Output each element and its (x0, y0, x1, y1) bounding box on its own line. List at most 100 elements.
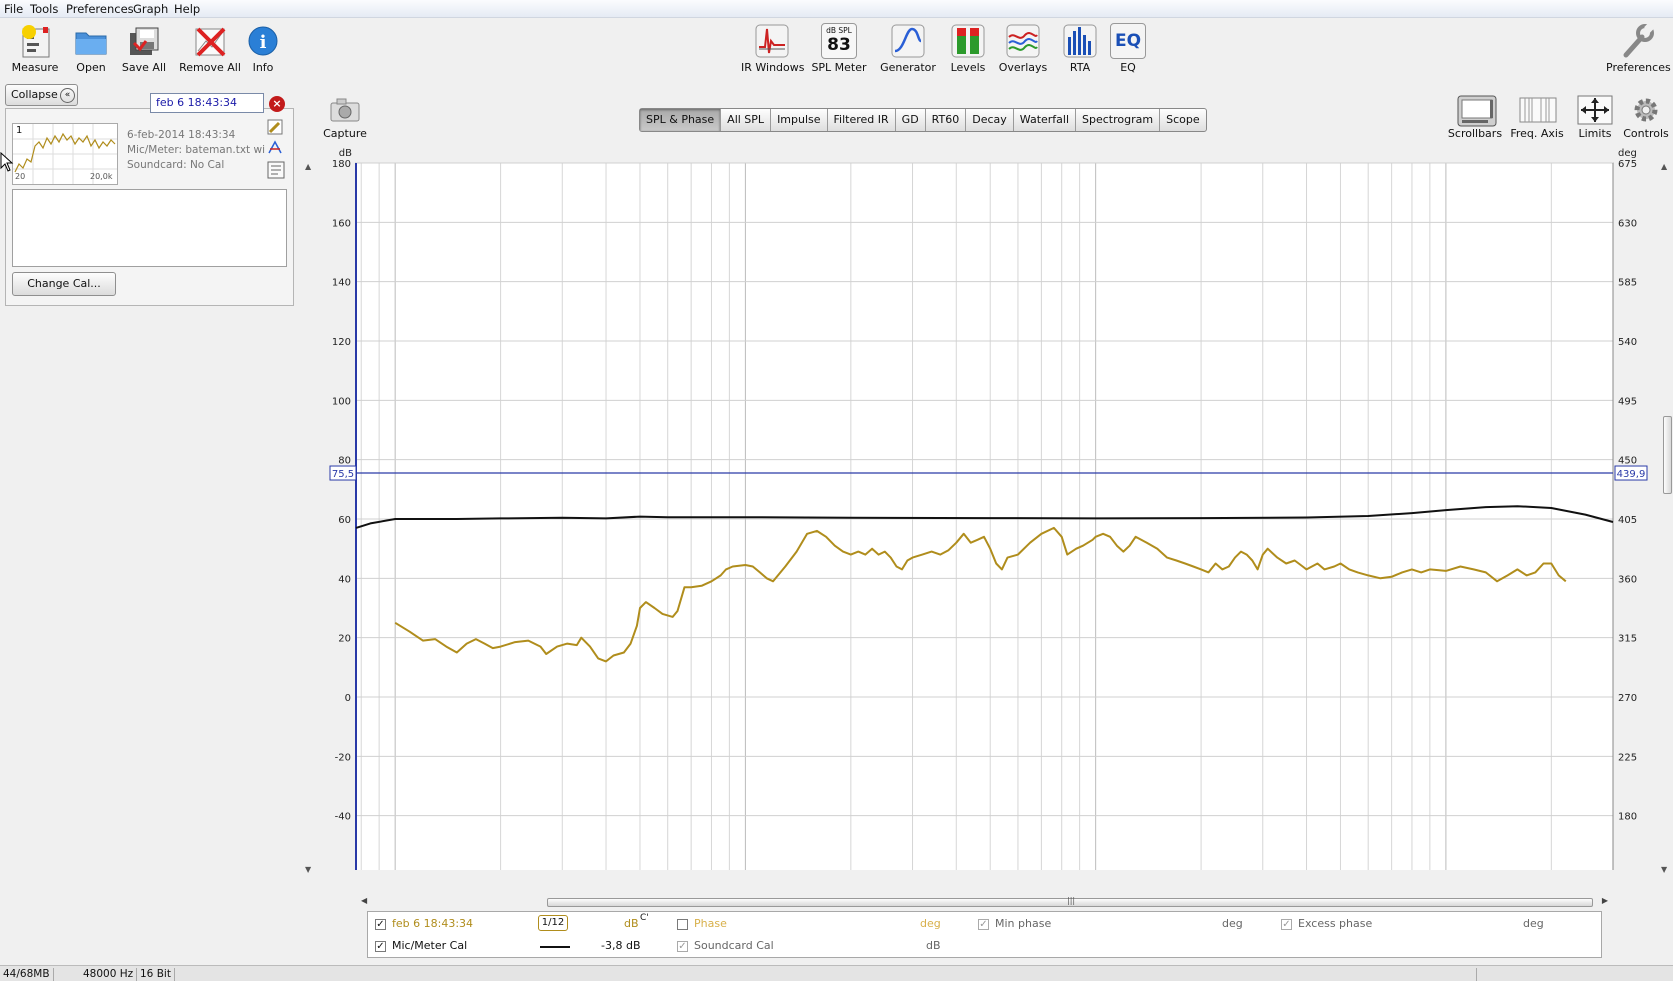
scroll-right-icon[interactable]: ▶ (1602, 896, 1608, 905)
legend-mic-cal-value: -3,8 dB (601, 939, 641, 952)
remove-all-icon (192, 23, 228, 59)
right-scroll-up-icon[interactable]: ▲ (1661, 162, 1667, 171)
freq-axis-label: Freq. Axis (1510, 127, 1564, 140)
y-tick-label: -20 (335, 752, 351, 763)
status-bar: 44/68MB 48000 Hz 16 Bit (0, 965, 1673, 981)
controls-label: Controls (1623, 127, 1669, 140)
excess-phase-checkbox[interactable]: ✓ (1281, 919, 1292, 930)
y-tick-label: 100 (332, 396, 351, 407)
notes-area[interactable] (12, 189, 287, 267)
preferences-label: Preferences (1606, 61, 1671, 74)
tab-impulse[interactable]: Impulse (771, 109, 828, 131)
edit-notes-icon[interactable] (267, 119, 283, 135)
change-cal-button[interactable]: Change Cal... (12, 272, 116, 296)
menu-preferences[interactable]: Preferences (66, 2, 134, 16)
freq-axis-button[interactable]: Freq. Axis (1506, 95, 1568, 140)
status-samplerate: 48000 Hz (80, 968, 138, 981)
ir-windows-label: IR Windows (741, 61, 805, 74)
tab-spl-phase[interactable]: SPL & Phase (640, 109, 722, 131)
right-scroll-thumb[interactable] (1663, 416, 1672, 494)
menu-tools[interactable]: Tools (30, 2, 58, 16)
controls-button[interactable]: Controls (1618, 95, 1673, 140)
tab-waterfall[interactable]: Waterfall (1014, 109, 1077, 131)
horizontal-scrollbar[interactable]: ◀ ||| ▶ (361, 896, 1608, 909)
spl-phase-chart[interactable]: -60-40-200204060801001201401601801351802… (300, 140, 1673, 893)
right-vertical-scrollbar[interactable]: ▲ ▼ (1660, 162, 1673, 874)
collapse-button[interactable]: Collapse « (5, 84, 78, 106)
measurement-visible-checkbox[interactable]: ✓ (375, 919, 386, 930)
right-scroll-down-icon[interactable]: ▼ (1661, 865, 1667, 874)
y2-tick-label: 450 (1618, 456, 1637, 467)
legend-soundcard-label: Soundcard Cal (694, 939, 774, 952)
mic-cal-checkbox[interactable]: ✓ (375, 941, 386, 952)
tab-all-spl[interactable]: All SPL (721, 109, 772, 131)
limits-button[interactable]: Limits (1564, 95, 1626, 140)
close-measurement-icon[interactable]: × (269, 96, 285, 112)
spl-meter-label: SPL Meter (811, 61, 867, 74)
y2-tick-label: 405 (1618, 515, 1637, 526)
y-tick-label: -40 (335, 812, 351, 823)
svg-text:i: i (260, 32, 267, 53)
eq-icon-text: EQ (1114, 31, 1142, 51)
edit-cal-icon[interactable] (267, 139, 283, 155)
legend-phase-unit: deg (920, 917, 941, 930)
tab-decay[interactable]: Decay (966, 109, 1014, 131)
measurement-name-field[interactable]: feb 6 18:43:34 (150, 93, 264, 113)
y-tick-label: 0 (345, 693, 351, 704)
spl-meter-icon: dB SPL 83 (821, 23, 857, 59)
eq-button[interactable]: EQ EQ (1097, 23, 1159, 74)
overlays-button[interactable]: Overlays (992, 23, 1054, 74)
info-sheet-icon[interactable] (267, 161, 285, 179)
y-axis-unit-label: dB (339, 148, 352, 159)
y2-tick-label: 315 (1618, 634, 1637, 645)
smoothing-label: 1/12 (541, 917, 565, 928)
y2-tick-label: 360 (1618, 574, 1637, 585)
scroll-left-icon[interactable]: ◀ (361, 896, 367, 905)
ir-windows-button[interactable]: IR Windows (741, 23, 805, 74)
thumbnail-index: 1 (16, 125, 23, 136)
graph-tabs: SPL & Phase All SPL Impulse Filtered IR … (639, 108, 1207, 132)
measure-icon (17, 23, 53, 59)
info-button[interactable]: i Info (232, 23, 294, 74)
thumbnail-xmin: 20 (15, 172, 26, 181)
tab-filtered-ir[interactable]: Filtered IR (828, 109, 896, 131)
status-right-cell (1476, 968, 1673, 981)
tab-rt60[interactable]: RT60 (926, 109, 967, 131)
generator-button[interactable]: Generator (877, 23, 939, 74)
tab-spectrogram[interactable]: Spectrogram (1076, 109, 1161, 131)
levels-button[interactable]: Levels (937, 23, 999, 74)
freq-axis-icon (1519, 95, 1557, 125)
scroll-down-icon[interactable]: ▼ (305, 865, 311, 874)
graph-area[interactable]: -60-40-200204060801001201401601801351802… (300, 140, 1673, 893)
save-all-label: Save All (121, 61, 167, 74)
menu-help[interactable]: Help (174, 2, 200, 16)
menu-graph[interactable]: Graph (133, 2, 168, 16)
measure-button[interactable]: Measure (4, 23, 66, 74)
change-cal-label: Change Cal... (27, 277, 101, 290)
legend-measurement-unit-sup: C' (640, 913, 649, 923)
legend-excess-unit: deg (1523, 917, 1544, 930)
scroll-thumb[interactable]: ||| (547, 896, 1593, 907)
tab-gd[interactable]: GD (896, 109, 926, 131)
y-tick-label: 140 (332, 278, 351, 289)
mic-cal-line-swatch (540, 946, 570, 948)
rta-icon (1062, 23, 1098, 59)
vertical-scrollbar[interactable]: ▲ ▼ (304, 162, 316, 874)
measurement-thumbnail[interactable]: 1 20 20,0k (12, 123, 118, 185)
y2-tick-label: 585 (1618, 278, 1637, 289)
scrollbars-button[interactable]: Scrollbars (1444, 95, 1506, 140)
tab-scope[interactable]: Scope (1160, 109, 1206, 131)
capture-button[interactable]: Capture (315, 95, 375, 140)
y2-tick-label: 270 (1618, 693, 1637, 704)
save-all-button[interactable]: Save All (113, 23, 175, 74)
phase-checkbox[interactable] (677, 919, 688, 930)
smoothing-badge[interactable]: 1/12 (538, 915, 568, 931)
menu-file[interactable]: File (4, 2, 23, 16)
spl-meter-button[interactable]: dB SPL 83 SPL Meter (808, 23, 870, 74)
scroll-up-icon[interactable]: ▲ (305, 162, 311, 171)
y2-tick-label: 495 (1618, 396, 1637, 407)
preferences-button[interactable]: Preferences (1606, 23, 1671, 74)
min-phase-checkbox[interactable]: ✓ (978, 919, 989, 930)
levels-icon (950, 23, 986, 59)
soundcard-cal-checkbox[interactable]: ✓ (677, 941, 688, 952)
